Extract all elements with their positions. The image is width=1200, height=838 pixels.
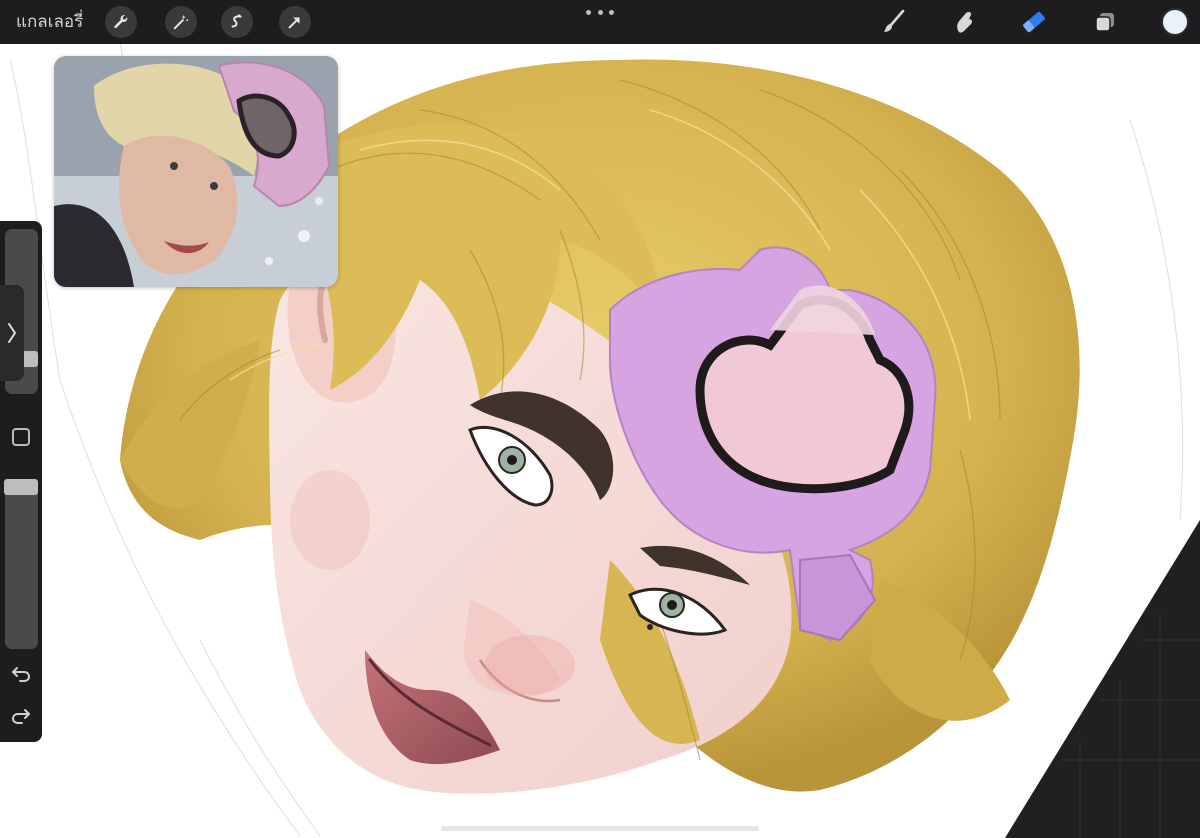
redo-icon (11, 709, 30, 724)
transform-arrow-icon (288, 17, 300, 29)
eraser-tool-button[interactable] (1018, 6, 1050, 38)
brush-icon (884, 9, 905, 32)
modify-button[interactable] (12, 428, 30, 446)
dot-icon (586, 9, 591, 15)
color-picker-button[interactable] (1161, 8, 1189, 36)
home-indicator (441, 826, 759, 831)
undo-icon (12, 667, 31, 682)
smudge-tool-button[interactable] (948, 6, 980, 38)
layers-button[interactable] (1089, 6, 1121, 38)
actions-button[interactable] (105, 6, 137, 38)
opacity-slider[interactable] (5, 479, 38, 649)
wrench-icon (114, 15, 128, 29)
adjustments-button[interactable] (165, 6, 197, 38)
dot-icon (597, 9, 603, 15)
reference-photo (54, 56, 338, 287)
eraser-icon (1023, 11, 1045, 33)
magic-wand-icon (173, 14, 189, 30)
more-options-button[interactable] (586, 4, 614, 20)
smudge-icon (957, 11, 973, 33)
gallery-button[interactable]: แกลเลอรี่ (16, 0, 83, 44)
redo-button[interactable] (9, 703, 33, 727)
chevron-right-icon (8, 323, 16, 343)
undo-button[interactable] (9, 661, 33, 685)
selection-icon (231, 14, 242, 28)
dot-icon (609, 9, 614, 15)
transform-button[interactable] (279, 6, 311, 38)
layers-icon (1095, 13, 1114, 32)
beauty-mark (647, 624, 653, 630)
selection-button[interactable] (221, 6, 253, 38)
sidebar-toggle-button[interactable] (0, 285, 24, 381)
reference-window[interactable] (54, 56, 338, 287)
top-toolbar: แกลเลอรี่ (0, 0, 1200, 44)
opacity-slider-thumb[interactable] (4, 479, 38, 495)
brush-tool-button[interactable] (878, 6, 910, 38)
